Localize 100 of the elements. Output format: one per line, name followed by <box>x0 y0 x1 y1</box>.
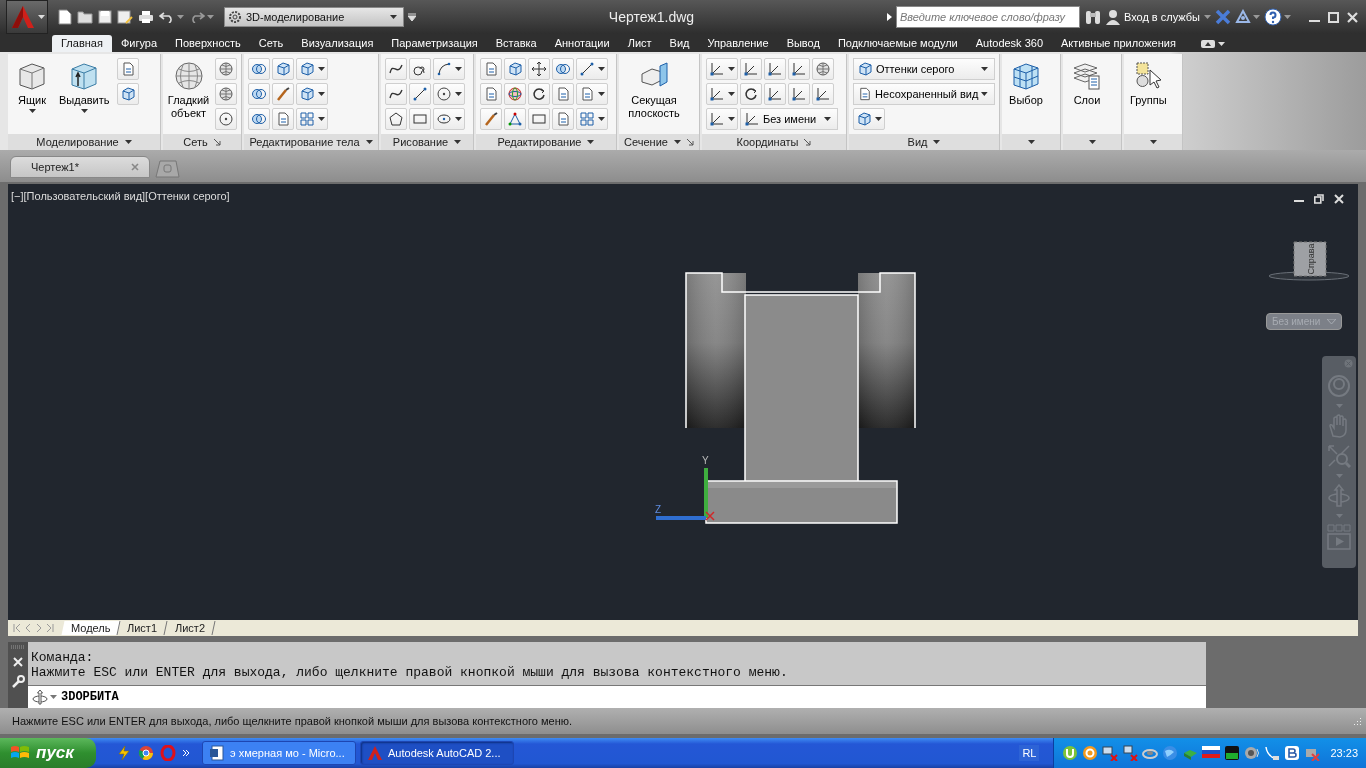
exchange-button[interactable] <box>1215 9 1231 25</box>
ribbon-tab[interactable]: Вид <box>660 35 699 52</box>
cube-tool-button[interactable] <box>296 58 328 80</box>
viewport-control[interactable]: [Пользовательский вид] <box>23 190 146 202</box>
page-tool-button[interactable] <box>576 83 608 105</box>
monitor-icon[interactable] <box>1224 745 1241 761</box>
document-tab[interactable]: Чертеж1* <box>10 156 150 178</box>
app-tile-icon[interactable] <box>1284 745 1301 761</box>
tripod-tool-button[interactable] <box>504 108 526 130</box>
grid-tool-button[interactable] <box>296 108 328 130</box>
dropdown[interactable]: Несохраненный вид <box>853 83 995 105</box>
network-disconnected-icon[interactable] <box>1102 745 1119 761</box>
circle-tool-button[interactable] <box>433 83 465 105</box>
wrench-icon[interactable] <box>11 675 25 689</box>
new-button[interactable] <box>58 9 72 25</box>
ribbon-tab[interactable]: Поверхность <box>166 35 250 52</box>
ribbon-tab[interactable]: Параметризация <box>382 35 487 52</box>
flag-icon[interactable] <box>1202 746 1221 760</box>
circles-tool-button[interactable] <box>248 108 270 130</box>
browser-icon[interactable] <box>138 745 154 761</box>
redo-button[interactable] <box>189 11 214 23</box>
arc-tool-button[interactable] <box>433 58 465 80</box>
round-app-icon[interactable] <box>1082 745 1099 761</box>
plane-button[interactable]: Секущая плоскость <box>623 58 685 134</box>
ribbon-tab[interactable]: Подключаемые модули <box>828 35 967 52</box>
grid-tool-button[interactable] <box>576 108 608 130</box>
curve-tool-button[interactable] <box>385 58 407 80</box>
axes-tool-button[interactable] <box>740 58 762 80</box>
layout-tab[interactable]: Модель <box>61 621 121 635</box>
ellipse-tool-button[interactable] <box>433 108 465 130</box>
cube-tool-button[interactable] <box>296 83 328 105</box>
ribbon-tab[interactable]: Аннотации <box>545 35 619 52</box>
globe-tool-button[interactable] <box>215 83 237 105</box>
ribbon-tab[interactable]: Лист <box>618 35 661 52</box>
expand-icon[interactable] <box>886 13 892 21</box>
brush-tool-button[interactable] <box>480 108 502 130</box>
rotate-tool-button[interactable] <box>528 83 550 105</box>
axes-tool-button[interactable] <box>764 83 786 105</box>
grip-icon[interactable] <box>10 645 26 649</box>
ribbon-tab[interactable]: Активные приложения <box>1052 35 1185 52</box>
ribbon-tab[interactable]: Вставка <box>486 35 546 52</box>
launcher-icon[interactable] <box>213 138 221 146</box>
curve-tool-button[interactable] <box>385 83 407 105</box>
language-indicator[interactable]: RL <box>1019 745 1040 761</box>
line-tool-button[interactable] <box>576 58 608 80</box>
ribbon-tab[interactable]: Управление <box>698 35 778 52</box>
pentagon-tool-button[interactable] <box>385 108 407 130</box>
ribbon-tab[interactable]: Сеть <box>249 35 293 52</box>
help-button[interactable] <box>1264 8 1291 26</box>
lightning-icon[interactable] <box>116 745 132 761</box>
axes-tool-button[interactable] <box>788 83 810 105</box>
dropdown[interactable]: Без имени <box>740 108 838 130</box>
search-field[interactable]: Введите ключевое слово/фразу <box>895 6 1080 28</box>
globe-tool-button[interactable] <box>812 58 834 80</box>
cube-tool-button[interactable] <box>504 58 526 80</box>
circle-tool-button[interactable] <box>215 108 237 130</box>
recent-commands-button[interactable] <box>32 689 57 705</box>
axes-tool-button[interactable] <box>706 58 738 80</box>
save-as-button[interactable] <box>117 10 133 24</box>
circles-tool-button[interactable] <box>248 58 270 80</box>
sphere-button[interactable]: Гладкий объект <box>167 58 210 134</box>
workspace-dropdown[interactable]: 3D-моделирование <box>224 7 404 27</box>
spiral-tool-button[interactable] <box>409 58 431 80</box>
plug-icon[interactable] <box>1264 745 1281 761</box>
application-menu-button[interactable] <box>6 0 48 34</box>
undo-button[interactable] <box>159 11 184 23</box>
resize-grip-icon[interactable] <box>1352 716 1362 726</box>
speaker-icon[interactable] <box>1244 745 1261 761</box>
axes-tool-button[interactable] <box>706 83 738 105</box>
open-button[interactable] <box>77 10 93 24</box>
circles-tool-button[interactable] <box>552 58 574 80</box>
line-tool-button[interactable] <box>409 83 431 105</box>
network-disconnected-icon[interactable] <box>1122 745 1139 761</box>
taskbar-button[interactable]: Autodesk AutoCAD 2... <box>360 741 514 765</box>
viewport-control[interactable]: [−] <box>11 190 24 202</box>
page-tool-button[interactable] <box>480 58 502 80</box>
cube-tool-button[interactable] <box>853 108 885 130</box>
axes-tool-button[interactable] <box>788 58 810 80</box>
ribbon-tab[interactable]: Autodesk 360 <box>966 35 1053 52</box>
launcher-icon[interactable] <box>686 138 694 146</box>
extrude-button[interactable]: Выдавить <box>57 58 112 134</box>
start-button[interactable]: пуск <box>0 738 96 768</box>
layout-tab[interactable]: Лист2 <box>165 621 216 635</box>
viewcube-face[interactable] <box>1293 241 1327 277</box>
dropdown[interactable]: Оттенки серого <box>853 58 995 80</box>
taskbar-button[interactable]: э хмерная мо - Micro... <box>202 741 356 765</box>
rotate-tool-button[interactable] <box>740 83 762 105</box>
circles-tool-button[interactable] <box>248 83 270 105</box>
viewport-control[interactable]: [Оттенки серого] <box>145 190 230 202</box>
community-button[interactable] <box>1235 9 1260 25</box>
panel-title[interactable]: Вид <box>907 136 928 148</box>
axes-tool-button[interactable] <box>812 83 834 105</box>
restore-icon[interactable] <box>1314 194 1324 204</box>
launcher-icon[interactable] <box>804 138 812 146</box>
sphere-tool-button[interactable] <box>504 83 526 105</box>
page-tool-button[interactable] <box>480 83 502 105</box>
globe-tool-button[interactable] <box>215 58 237 80</box>
cube-tool-button[interactable] <box>116 83 139 105</box>
sign-in-button[interactable]: Вход в службы <box>1105 9 1211 25</box>
ribbon-tab[interactable]: Главная <box>52 35 112 52</box>
